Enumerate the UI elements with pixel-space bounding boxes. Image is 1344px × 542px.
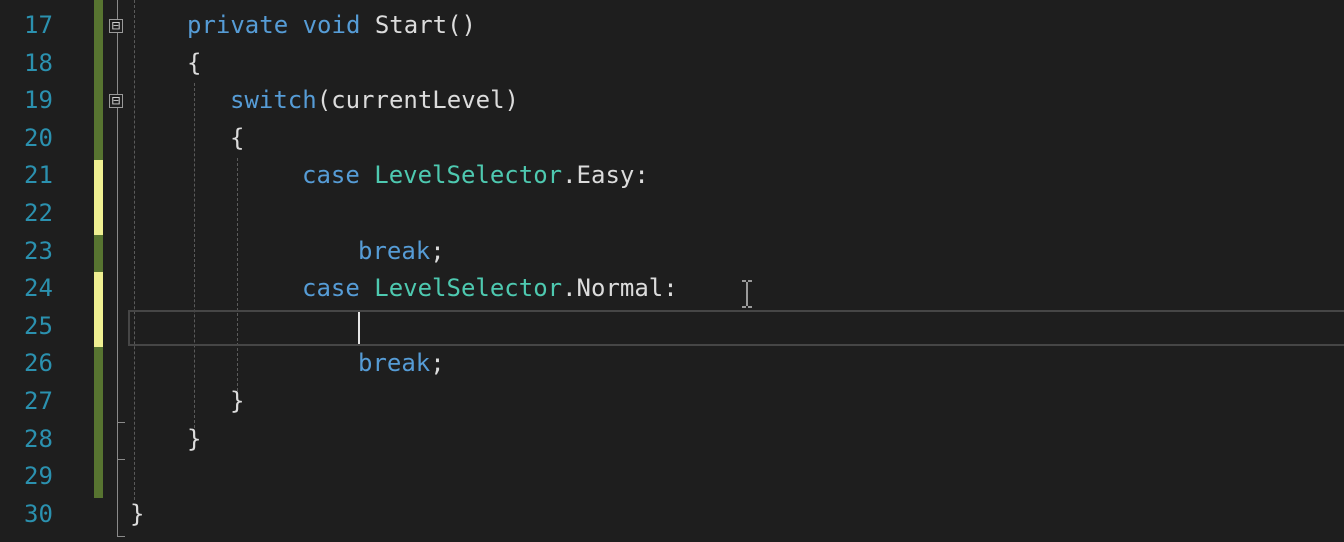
keyword-token: void (302, 11, 361, 39)
line-number-17: 17 (24, 11, 53, 39)
line-number-28: 28 (24, 425, 53, 453)
type-token: LevelSelector (374, 161, 563, 189)
code-line-21: case LevelSelector.Easy: (302, 161, 649, 189)
code-editor[interactable]: 17 18 19 20 21 22 23 24 25 26 27 28 29 3… (0, 0, 1344, 542)
collapse-icon[interactable]: ⊟ (109, 19, 123, 33)
fold-end-marker (117, 422, 125, 423)
outline-rail (117, 0, 118, 536)
line-number-23: 23 (24, 237, 53, 265)
indent-guide (134, 0, 135, 500)
keyword-token: case (302, 274, 360, 302)
indent-guide (194, 83, 195, 428)
collapse-icon[interactable]: ⊟ (109, 94, 123, 108)
text-caret (358, 312, 360, 344)
code-line-20: { (230, 124, 245, 152)
saved-change-bar (94, 347, 103, 498)
code-line-26: break; (358, 349, 445, 377)
unsaved-change-bar (94, 160, 103, 235)
line-number-20: 20 (24, 124, 53, 152)
code-line-30: } (130, 500, 145, 528)
line-number-22: 22 (24, 199, 53, 227)
keyword-token: switch (230, 86, 317, 114)
keyword-token: break (358, 237, 431, 265)
saved-change-bar (94, 0, 103, 160)
code-line-19: switch(currentLevel) (230, 86, 519, 114)
code-line-23: break; (358, 237, 445, 265)
line-number-18: 18 (24, 49, 53, 77)
fold-end-marker (117, 459, 125, 460)
current-line-highlight (128, 310, 1344, 346)
keyword-token: private (187, 11, 289, 39)
unsaved-change-bar (94, 272, 103, 347)
keyword-token: break (358, 349, 431, 377)
type-token: LevelSelector (374, 274, 563, 302)
line-number-19: 19 (24, 86, 53, 114)
code-line-27: } (230, 387, 245, 415)
line-number-30: 30 (24, 500, 53, 528)
code-line-24: case LevelSelector.Normal: (302, 274, 678, 302)
line-number-25: 25 (24, 312, 53, 340)
line-number-24: 24 (24, 274, 53, 302)
code-line-18: { (187, 49, 202, 77)
line-number-21: 21 (24, 161, 53, 189)
line-number-26: 26 (24, 349, 53, 377)
code-line-28: } (187, 425, 202, 453)
indent-guide (237, 158, 238, 391)
fold-end-marker (117, 536, 125, 537)
line-number-27: 27 (24, 387, 53, 415)
method-token: Start() (374, 11, 477, 39)
i-beam-cursor-icon (742, 280, 752, 308)
saved-change-bar (94, 235, 103, 272)
keyword-token: case (302, 161, 360, 189)
code-line-17: private void Start() (187, 7, 476, 45)
line-number-29: 29 (24, 462, 53, 490)
